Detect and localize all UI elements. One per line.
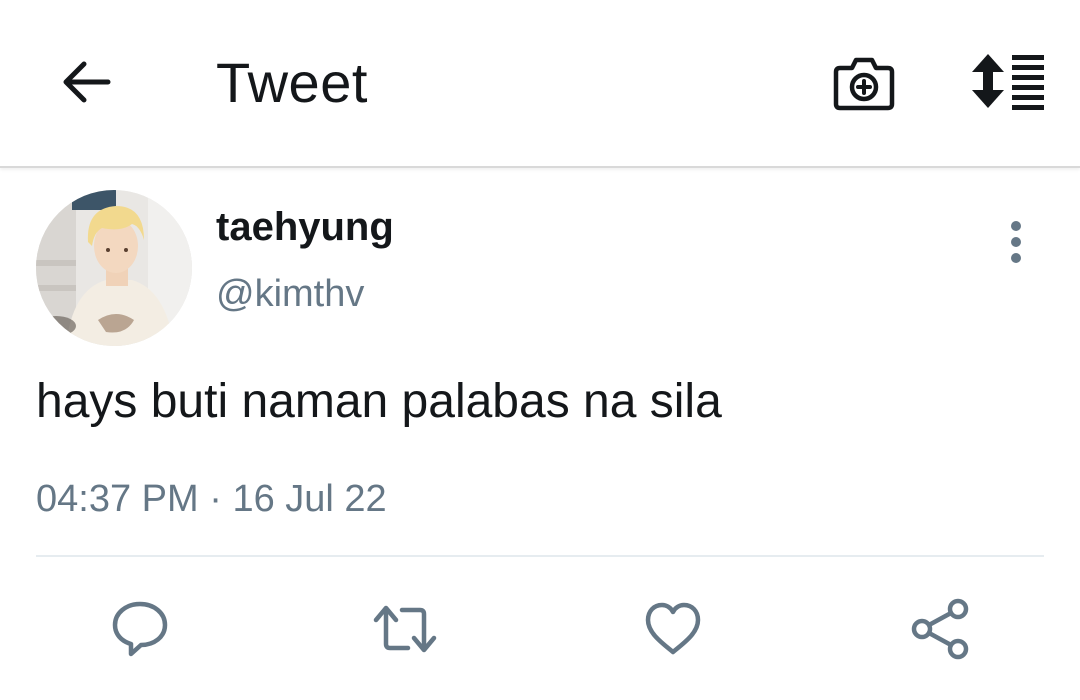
- tweet-text: hays buti naman palabas na sila: [36, 375, 722, 428]
- tweet-time: 04:37 PM: [36, 478, 199, 520]
- retweet-button[interactable]: [372, 596, 438, 662]
- author-handle[interactable]: @kimthv: [216, 272, 364, 316]
- tweet-detail-screen: Tweet taehyung @kimthv hays buti naman p…: [0, 0, 1080, 700]
- author-display-name[interactable]: taehyung: [216, 204, 394, 250]
- back-button[interactable]: [56, 52, 116, 112]
- camera-button[interactable]: [830, 48, 898, 116]
- tweet-date: 16 Jul 22: [232, 478, 387, 520]
- retweet-icon: [373, 605, 437, 653]
- like-button[interactable]: [640, 596, 706, 662]
- page-title: Tweet: [216, 51, 368, 114]
- profile-photo: [36, 190, 192, 346]
- share-icon: [911, 598, 969, 660]
- reply-button[interactable]: [107, 596, 173, 662]
- heart-icon: [645, 602, 701, 655]
- tweet-timestamp: 04:37 PM · 16 Jul 22: [36, 474, 387, 524]
- sort-list-icon: [972, 54, 1044, 110]
- top-app-bar: Tweet: [0, 0, 1080, 168]
- share-button[interactable]: [907, 596, 973, 662]
- arrow-left-icon: [63, 61, 111, 103]
- meta-separator: ·: [209, 478, 222, 520]
- more-vertical-icon: [1011, 221, 1021, 263]
- camera-add-icon: [833, 57, 895, 111]
- divider: [36, 555, 1044, 557]
- avatar[interactable]: [36, 190, 192, 346]
- more-options-button[interactable]: [996, 214, 1036, 270]
- sort-button[interactable]: [968, 50, 1048, 112]
- comment-icon: [112, 601, 168, 657]
